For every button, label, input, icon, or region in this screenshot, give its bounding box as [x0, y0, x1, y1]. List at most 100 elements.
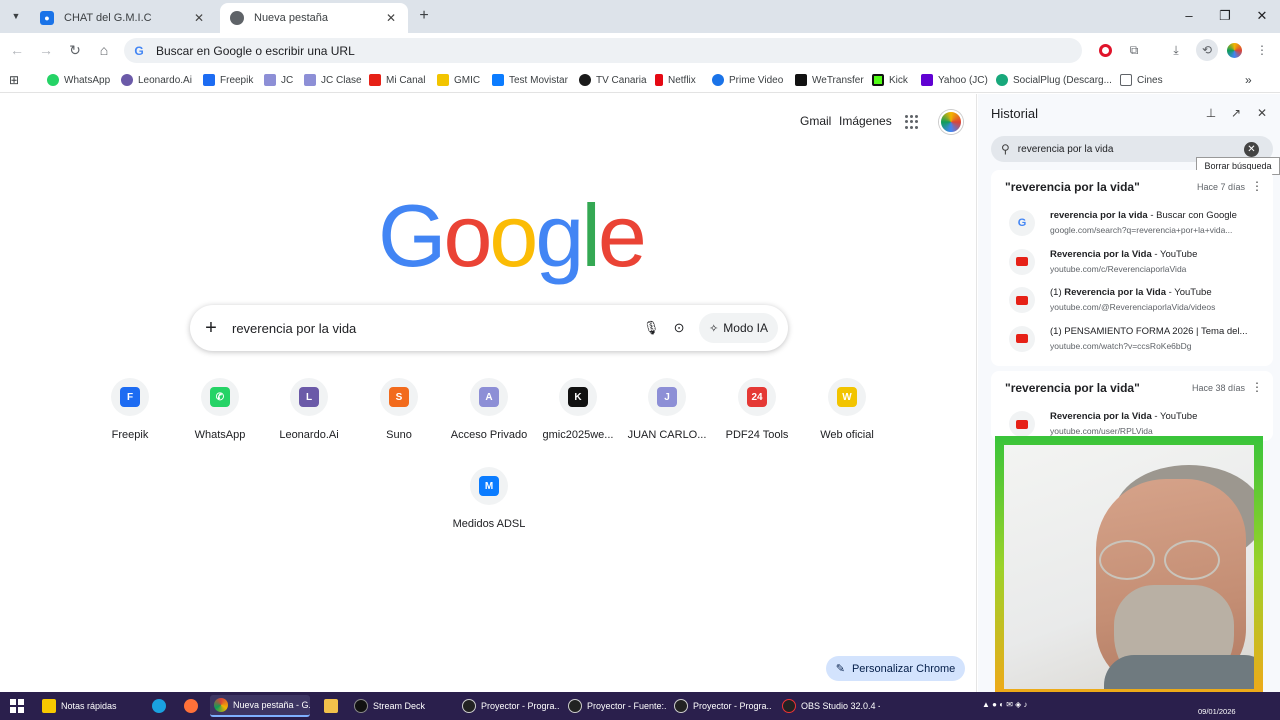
shortcut-tile[interactable]: M Medidos ADSL [447, 467, 531, 530]
bookmark-whatsapp[interactable]: WhatsApp [47, 73, 110, 87]
close-window-icon[interactable]: ✕ [1254, 8, 1270, 24]
shortcut-tile[interactable]: L Leonardo.Ai [267, 378, 351, 441]
add-attachment-icon[interactable]: + [190, 317, 232, 340]
modo-ia-button[interactable]: ✧ Modo IA [699, 313, 778, 343]
shortcut-tile[interactable]: W Web oficial [805, 378, 889, 441]
taskbar-stream-deck[interactable]: Stream Deck [350, 695, 450, 717]
bookmark-label: GMIC [454, 74, 481, 86]
more-options-icon[interactable]: ⋮ [1251, 179, 1263, 193]
bookmark-jc-clase[interactable]: JC Clase [304, 73, 362, 87]
customize-chrome-button[interactable]: ✎ Personalizar Chrome [826, 656, 965, 681]
shortcut-icon-circle: A [470, 378, 508, 416]
start-button-icon[interactable] [10, 699, 24, 713]
tab-close-icon[interactable]: ✕ [384, 11, 398, 25]
history-entry[interactable]: (1) PENSAMIENTO FORMA 2026 | Tema del...… [991, 318, 1273, 357]
bookmark-yahoo[interactable]: Yahoo (JC) [921, 73, 988, 87]
clear-search-icon[interactable]: ✕ [1244, 141, 1259, 157]
extensions-icon[interactable]: ⧉ [1125, 41, 1143, 59]
youtube-icon [1016, 257, 1028, 266]
lens-icon[interactable]: ⊙ [665, 320, 693, 336]
minimize-icon[interactable]: – [1181, 8, 1197, 23]
forward-icon[interactable]: → [37, 41, 55, 59]
title-suffix: - YouTube [1151, 411, 1198, 422]
tab-chat-gmic[interactable]: ● CHAT del G.M.I.C ✕ [30, 3, 216, 33]
history-group-age: Hace 7 días [1196, 182, 1245, 192]
taskbar-proyector-2[interactable]: Proyector - Fuente:... [564, 695, 666, 717]
tab-search-button[interactable]: ▼ [6, 6, 26, 26]
bookmark-wetransfer[interactable]: WeTransfer [795, 73, 864, 87]
close-panel-icon[interactable]: ✕ [1255, 106, 1269, 120]
more-bookmarks-icon[interactable]: » [1245, 73, 1252, 87]
pin-icon[interactable]: ⊥ [1204, 106, 1218, 120]
bookmark-test-movistar[interactable]: Test Movistar [492, 73, 568, 87]
taskbar-chrome[interactable]: Nueva pestaña - G... [210, 695, 310, 717]
bookmark-leonardo[interactable]: Leonardo.Ai [121, 73, 192, 87]
taskbar-proyector-1[interactable]: Proyector - Progra... [458, 695, 560, 717]
bookmark-socialplug[interactable]: SocialPlug (Descarg... [996, 73, 1112, 87]
bookmark-label: Mi Canal [386, 74, 426, 86]
folder-icon [1120, 74, 1132, 86]
shortcut-label: Freepik [111, 429, 149, 441]
bookmark-kick[interactable]: Kick [872, 73, 908, 87]
history-entry[interactable]: Reverencia por la Vida - YouTube youtube.… [991, 241, 1273, 280]
bookmark-label: Cines [1137, 74, 1163, 86]
profile-avatar-icon[interactable] [1225, 41, 1243, 59]
google-search-box[interactable]: + reverencia por la vida 🎙 ⊙ ✧ Modo IA [190, 305, 788, 351]
bookmark-folder-cines[interactable]: Cines [1120, 73, 1163, 87]
menu-kebab-icon[interactable]: ⋮ [1253, 41, 1271, 59]
back-icon[interactable]: ← [8, 41, 26, 59]
shortcut-tile[interactable]: J JUAN CARLO... [625, 378, 709, 441]
voice-search-icon[interactable]: 🎙 [637, 320, 665, 336]
history-group-query[interactable]: "reverencia por la vida" [1005, 180, 1140, 194]
bookmark-tv-canaria[interactable]: TV Canaria [579, 73, 647, 87]
bookmark-prime-video[interactable]: Prime Video [712, 73, 783, 87]
home-icon[interactable]: ⌂ [95, 41, 113, 59]
bookmark-gmic[interactable]: GMIC [437, 73, 480, 87]
history-search-input[interactable]: reverencia por la vida [1018, 144, 1244, 155]
history-entry[interactable]: (1) Reverencia por la Vida - YouTube yout… [991, 279, 1273, 318]
history-entry[interactable]: Greverencia por la vida - Buscar con Goo… [991, 202, 1273, 241]
more-options-icon[interactable]: ⋮ [1251, 380, 1263, 394]
new-tab-icon[interactable]: + [414, 7, 434, 27]
bookmark-jc[interactable]: JC [264, 73, 293, 87]
reload-icon[interactable]: ↻ [66, 41, 84, 59]
taskbar-explorer[interactable] [320, 695, 340, 717]
apps-grid-icon[interactable]: ⊞ [9, 73, 19, 87]
taskbar-firefox[interactable] [180, 695, 200, 717]
search-input[interactable]: reverencia por la vida [232, 321, 637, 336]
shortcut-label: WhatsApp [194, 429, 246, 441]
taskbar-edge[interactable] [148, 695, 168, 717]
open-in-new-tab-icon[interactable]: ↗ [1229, 106, 1243, 120]
gmail-link[interactable]: Gmail [800, 114, 831, 128]
title-suffix: - YouTube [1151, 248, 1198, 260]
shortcut-tile[interactable]: F Freepik [88, 378, 172, 441]
shortcut-tile[interactable]: 24 PDF24 Tools [715, 378, 799, 441]
tab-close-icon[interactable]: ✕ [192, 11, 206, 25]
bookmark-mi-canal[interactable]: Mi Canal [369, 73, 425, 87]
opera-extension-icon[interactable] [1096, 41, 1114, 59]
tab-nueva-pestana[interactable]: Nueva pestaña ✕ [220, 3, 408, 33]
taskbar-date: 09/01/2026 [1198, 707, 1236, 716]
taskbar-obs-studio[interactable]: OBS Studio 32.0.4 - ... [778, 695, 880, 717]
google-apps-icon[interactable] [905, 115, 919, 129]
shortcut-tile[interactable]: A Acceso Privado [447, 378, 531, 441]
taskbar-notas-rapidas[interactable]: Notas rápidas [38, 695, 138, 717]
account-avatar[interactable] [939, 110, 963, 134]
leonardo-icon: L [299, 387, 319, 407]
logo-letter: G [378, 186, 446, 285]
address-bar[interactable]: G Buscar en Google o escribir una URL [124, 38, 1082, 63]
shortcut-tile[interactable]: ✆ WhatsApp [178, 378, 262, 441]
history-group-query[interactable]: "reverencia por la vida" [1005, 381, 1140, 395]
shortcut-tile[interactable]: S Suno [357, 378, 441, 441]
tray-icons[interactable]: ▲ ● ◐ ✉ ◈ ♪ [982, 700, 1028, 709]
shortcut-tile[interactable]: Kgmic2025we... [536, 378, 620, 441]
history-icon[interactable]: ⟲ [1196, 39, 1218, 61]
bookmark-freepik[interactable]: Freepik [203, 73, 253, 87]
web-oficial-icon: W [837, 387, 857, 407]
taskbar-proyector-3[interactable]: Proyector - Progra... [670, 695, 772, 717]
prime-video-icon [712, 74, 724, 86]
restore-icon[interactable]: ❐ [1217, 8, 1233, 24]
bookmark-netflix[interactable]: Netflix [655, 73, 696, 87]
images-link[interactable]: Imágenes [839, 114, 892, 128]
downloads-icon[interactable]: ⤓ [1167, 41, 1185, 59]
